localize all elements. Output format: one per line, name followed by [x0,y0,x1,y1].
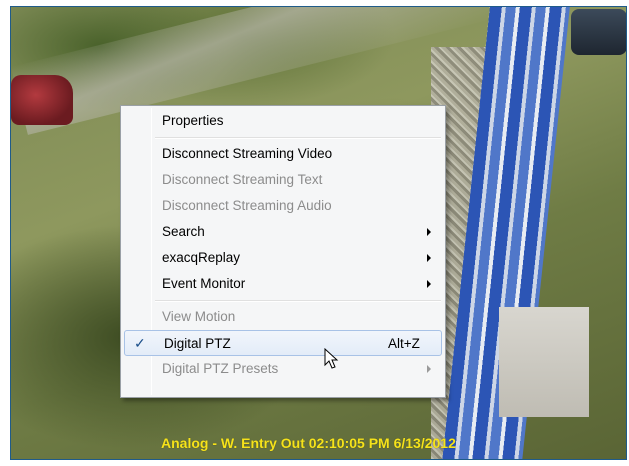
mouse-pointer-icon [324,348,339,369]
menu-item-label: Event Monitor [162,276,246,291]
menu-separator [123,297,443,304]
menu-item-search[interactable]: Search [123,219,443,245]
checkmark-icon: ✓ [134,335,146,351]
menu-item-exacqreplay[interactable]: exacqReplay [123,245,443,271]
menu-item-properties[interactable]: Properties [123,108,443,134]
video-scene-red-car [11,75,73,125]
menu-item-label: Digital PTZ [164,336,231,351]
menu-separator [123,134,443,141]
menu-item-label: Disconnect Streaming Text [162,172,323,187]
menu-item-digital-ptz-presets: Digital PTZ Presets [123,356,443,382]
menu-item-digital-ptz[interactable]: ✓ Digital PTZ Alt+Z [124,330,442,356]
menu-item-label: Disconnect Streaming Audio [162,198,332,213]
submenu-arrow-icon [427,228,431,236]
menu-item-event-monitor[interactable]: Event Monitor [123,271,443,297]
video-scene-concrete-pad [499,307,589,417]
submenu-arrow-icon [427,280,431,288]
menu-item-view-motion: View Motion [123,304,443,330]
submenu-arrow-icon [427,254,431,262]
menu-item-label: View Motion [162,309,236,324]
application-window: Analog - W. Entry Out 02:10:05 PM 6/13/2… [0,0,629,466]
menu-item-disconnect-streaming-audio: Disconnect Streaming Audio [123,193,443,219]
context-menu: Properties Disconnect Streaming Video Di… [120,105,446,398]
menu-item-disconnect-streaming-text: Disconnect Streaming Text [123,167,443,193]
menu-item-label: Digital PTZ Presets [162,361,279,376]
menu-item-label: Properties [162,113,224,128]
menu-item-label: Search [162,224,205,239]
menu-item-disconnect-streaming-video[interactable]: Disconnect Streaming Video [123,141,443,167]
submenu-arrow-icon [427,365,431,373]
menu-item-label: Disconnect Streaming Video [162,146,333,161]
menu-item-shortcut: Alt+Z [388,336,420,351]
video-scene-dark-car [571,9,626,55]
menu-item-label: exacqReplay [162,250,241,265]
video-overlay-caption: Analog - W. Entry Out 02:10:05 PM 6/13/2… [161,435,456,451]
